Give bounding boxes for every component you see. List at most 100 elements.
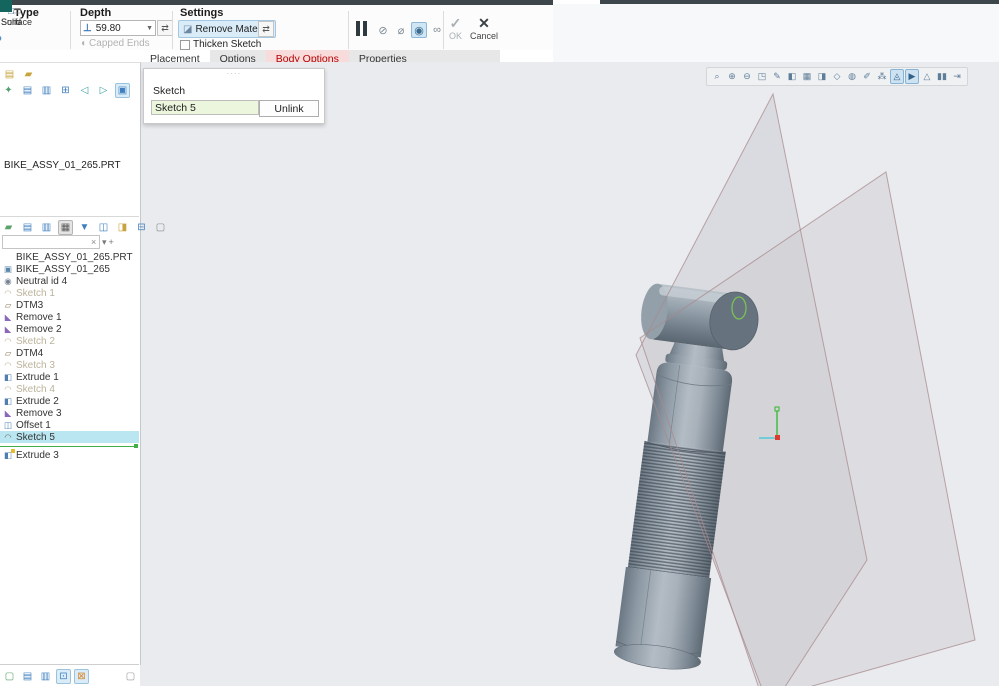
ok-check-icon: ✓	[450, 16, 462, 31]
status-detail-icon[interactable]: ▥	[38, 669, 53, 684]
tree-item-sketch-4[interactable]: ◠ Sketch 4	[0, 383, 139, 395]
depth-value-combo[interactable]: ⊥ ▼	[80, 20, 156, 36]
forward-icon[interactable]: ▷	[96, 83, 111, 98]
tree-filter-icon[interactable]: ▼	[77, 220, 92, 235]
new-object-doc-icon[interactable]: ▢	[123, 669, 138, 684]
feature-preview-icon[interactable]: ◉	[411, 22, 427, 38]
search-dropdown-icon[interactable]: ▾	[102, 237, 107, 248]
tree-item-bike-assy-01-265-prt[interactable]: BIKE_ASSY_01_265.PRT	[0, 251, 139, 263]
sketch-reference-field[interactable]	[151, 100, 259, 115]
cancel-button[interactable]: ✕ Cancel	[470, 16, 498, 41]
pause-icon[interactable]: ▮▮	[935, 69, 949, 84]
settings-group-label: Settings	[180, 7, 223, 19]
model-doc-icon[interactable]: ▢	[2, 669, 17, 684]
tree-item-sketch-1[interactable]: ◠ Sketch 1	[0, 287, 139, 299]
thicken-sketch-checkbox[interactable]	[180, 40, 190, 50]
flip-material-side-button[interactable]: ⇄	[258, 21, 274, 37]
tree-item-remove-3[interactable]: ◣ Remove 3	[0, 407, 139, 419]
sync-model-tree-icon[interactable]: ▣	[115, 83, 130, 98]
annotation-display-icon[interactable]: ✐	[860, 69, 874, 84]
tree-search-input[interactable]	[3, 236, 91, 248]
type-option-icon: ▭	[12, 6, 21, 17]
status-list-icon[interactable]: ▤	[20, 669, 35, 684]
back-icon[interactable]: ◁	[77, 83, 92, 98]
capped-ends-option: ◖ Capped Ends	[80, 38, 150, 49]
tree-item-extrude-3[interactable]: ◧ Extrude 3	[0, 449, 139, 461]
collapse-all-icon[interactable]: ⊟	[134, 220, 149, 235]
tree-item-sketch-2[interactable]: ◠ Sketch 2	[0, 335, 139, 347]
depth-dropdown-caret[interactable]: ▼	[146, 25, 155, 32]
sketch-icon: ◠	[3, 432, 13, 443]
view-manager-icon[interactable]: ▦	[800, 69, 814, 84]
pause-button[interactable]	[356, 21, 367, 36]
orientation-icon[interactable]: ▶	[905, 69, 919, 84]
layer-tree-icon[interactable]: ▤	[2, 67, 17, 82]
favorites-icon[interactable]: ✦	[1, 83, 16, 98]
tree-grid-icon[interactable]: ▦	[58, 220, 73, 235]
ok-button[interactable]: ✓ OK	[449, 16, 462, 41]
tree-item-sketch-5[interactable]: ◠ Sketch 5	[0, 431, 139, 443]
tree-view-icon[interactable]: ⊞	[58, 83, 73, 98]
swap-windows-icon[interactable]: ⊡	[56, 669, 71, 684]
thicken-sketch-label: Thicken Sketch	[193, 39, 261, 50]
clear-search-icon[interactable]: ×	[91, 238, 98, 247]
remove-feature-icon: ◣	[3, 408, 13, 419]
refit-icon[interactable]: ◳	[755, 69, 769, 84]
graphics-area[interactable]: ⌕⊕⊖◳✎◧▦◨◇◍✐⁂◬▶△▮▮⇥	[140, 62, 999, 686]
panel-drag-handle[interactable]: ····	[227, 69, 242, 78]
saved-views-icon[interactable]: ◧	[785, 69, 799, 84]
active-part-name: BIKE_ASSY_01_265.PRT	[4, 160, 121, 171]
cancel-label: Cancel	[470, 31, 498, 41]
depth-group-label: Depth	[80, 7, 111, 19]
warning-icon[interactable]: △	[920, 69, 934, 84]
tree-item-remove-2[interactable]: ◣ Remove 2	[0, 323, 139, 335]
tree-item-neutral-id-4[interactable]: ◉ Neutral id 4	[0, 275, 139, 287]
group-separator	[172, 11, 173, 49]
no-preview-icon[interactable]: ⊘	[375, 22, 391, 38]
tree-list-icon[interactable]: ▤	[20, 220, 35, 235]
tree-item-offset-1[interactable]: ◫ Offset 1	[0, 419, 139, 431]
extrude-feature-icon: ◧	[3, 396, 13, 407]
scene-icon[interactable]: ◍	[845, 69, 859, 84]
navigator-top-icons: ▤▰	[2, 67, 36, 82]
tree-item-extrude-1[interactable]: ◧ Extrude 1	[0, 371, 139, 383]
repaint-icon[interactable]: ✎	[770, 69, 784, 84]
cancel-x-icon: ✕	[478, 16, 490, 31]
thicken-sketch-option[interactable]: Thicken Sketch	[180, 39, 261, 50]
tree-detail-icon[interactable]: ▥	[39, 220, 54, 235]
verify-feature-icon[interactable]: ⌀	[393, 22, 409, 38]
navigator-panel: ▤▰ ✦▤▥⊞◁▷▣ BIKE_ASSY_01_265.PRT ▰▤▥▦▼◫◨⊟…	[0, 62, 141, 665]
tree-item-bike-assy-01-265[interactable]: ▣ BIKE_ASSY_01_265	[0, 263, 139, 275]
show-list-icon[interactable]: ▰	[1, 220, 16, 235]
blind-depth-icon: ⊥	[81, 23, 94, 34]
tree-search-box[interactable]: ×	[2, 235, 100, 249]
tree-item-dtm3[interactable]: ▱ DTM3	[0, 299, 139, 311]
tree-item-remove-1[interactable]: ◣ Remove 1	[0, 311, 139, 323]
tree-settings-doc-icon[interactable]: ▢	[153, 220, 168, 235]
neutral-feature-icon: ◉	[3, 276, 13, 287]
zoom-in-icon[interactable]: ⊕	[725, 69, 739, 84]
tree-layers-icon[interactable]: ◨	[115, 220, 130, 235]
activate-window-icon[interactable]: ⊠	[74, 669, 89, 684]
tree-columns-icon[interactable]: ◫	[96, 220, 111, 235]
zoom-window-icon[interactable]: ⌕	[710, 69, 724, 84]
flip-depth-direction-button[interactable]: ⇄	[157, 20, 173, 36]
detail-view-icon[interactable]: ▥	[39, 83, 54, 98]
add-search-icon[interactable]: +	[109, 237, 114, 247]
tree-item-extrude-2[interactable]: ◧ Extrude 2	[0, 395, 139, 407]
sketch-icon: ◠	[3, 336, 13, 347]
exit-oriented-icon[interactable]: ⇥	[950, 69, 964, 84]
tree-item-dtm4[interactable]: ▱ DTM4	[0, 347, 139, 359]
perspective-icon[interactable]: ◇	[830, 69, 844, 84]
list-view-icon[interactable]: ▤	[20, 83, 35, 98]
model-tree-toolbar: ▰ ▤ ▥ ▦ ▼ ◫ ◨ ⊟ ▢	[1, 220, 168, 235]
tree-item-sketch-3[interactable]: ◠ Sketch 3	[0, 359, 139, 371]
datum-display-icon[interactable]: ⁂	[875, 69, 889, 84]
unlink-button[interactable]: Unlink	[259, 100, 319, 117]
remove-feature-icon: ◣	[3, 312, 13, 323]
folder-browser-icon[interactable]: ▰	[21, 67, 36, 82]
depth-value-input[interactable]	[94, 22, 144, 35]
zoom-out-icon[interactable]: ⊖	[740, 69, 754, 84]
spin-center-icon[interactable]: ◬	[890, 69, 904, 84]
display-style-icon[interactable]: ◨	[815, 69, 829, 84]
